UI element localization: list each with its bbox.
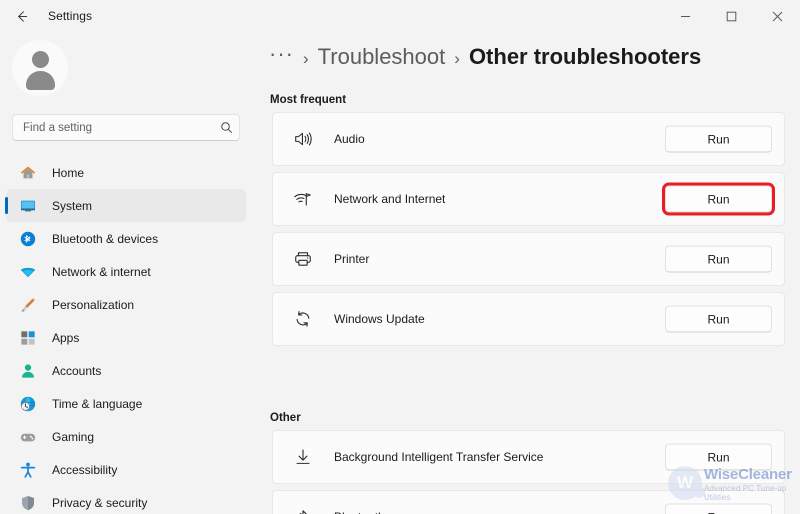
run-button[interactable]: Run — [665, 305, 772, 333]
sidebar-item-label: Bluetooth & devices — [52, 231, 159, 246]
sidebar-item-accessibility[interactable]: Accessibility — [6, 453, 246, 486]
sidebar-item-gaming[interactable]: Gaming — [6, 420, 246, 453]
refresh-icon — [292, 308, 314, 330]
avatar-body — [25, 71, 55, 90]
troubleshooter-card: Bluetooth Run — [272, 490, 785, 514]
sidebar-item-label: Apps — [52, 330, 80, 345]
breadcrumb-separator-icon: › — [454, 49, 460, 68]
sidebar-item-label: System — [52, 198, 93, 213]
troubleshooter-list-other: Background Intelligent Transfer Service R… — [272, 430, 785, 514]
sidebar-item-bluetooth-devices[interactable]: Bluetooth & devices — [6, 222, 246, 255]
sidebar-item-privacy-security[interactable]: Privacy & security — [6, 486, 246, 514]
breadcrumb-parent-link[interactable]: Troubleshoot — [318, 44, 446, 70]
sidebar-item-label: Personalization — [52, 297, 135, 312]
clock-globe-icon — [18, 394, 38, 414]
sidebar-item-apps[interactable]: Apps — [6, 321, 246, 354]
shield-icon — [18, 493, 38, 513]
troubleshooter-card: Audio Run — [272, 112, 785, 166]
avatar[interactable] — [12, 40, 68, 96]
apps-icon — [18, 328, 38, 348]
settings-window: Settings Find a setting Home System Blue… — [0, 0, 800, 514]
download-icon — [292, 446, 314, 468]
troubleshooter-card: Printer Run — [272, 232, 785, 286]
sidebar-nav: Home System Bluetooth & devices Network & i… — [5, 156, 246, 514]
maximize-button[interactable] — [708, 0, 754, 32]
close-icon — [772, 11, 783, 22]
troubleshooter-label: Network and Internet — [334, 192, 446, 206]
troubleshooter-card: Background Intelligent Transfer Service R… — [272, 430, 785, 484]
troubleshooter-label: Audio — [334, 132, 365, 146]
system-icon — [18, 196, 38, 216]
gamepad-icon — [18, 427, 38, 447]
sidebar-item-label: Privacy & security — [52, 495, 148, 510]
run-button[interactable]: Run — [665, 125, 772, 153]
troubleshooter-label: Windows Update — [334, 312, 425, 326]
minimize-icon — [680, 11, 691, 22]
account-icon — [18, 361, 38, 381]
run-button[interactable]: Run — [665, 245, 772, 273]
sidebar-item-label: Network & internet — [52, 264, 151, 279]
speaker-icon — [292, 128, 314, 150]
sidebar-item-home[interactable]: Home — [6, 156, 246, 189]
sidebar-item-time-language[interactable]: Time & language — [6, 387, 246, 420]
avatar-head — [31, 51, 49, 68]
sidebar-item-label: Gaming — [52, 429, 95, 444]
back-button[interactable] — [6, 1, 36, 31]
brush-icon — [18, 295, 38, 315]
user-avatar-image — [12, 40, 68, 96]
title-bar: Settings — [0, 0, 800, 32]
troubleshooter-list-most-frequent: Audio Run Network and Internet Run Printer Ru… — [272, 112, 785, 352]
run-button[interactable]: Run — [665, 185, 772, 213]
troubleshooter-card: Network and Internet Run — [272, 172, 785, 226]
wifi-icon — [18, 262, 38, 282]
section-heading-most-frequent: Most frequent — [270, 94, 347, 106]
sidebar-item-label: Accounts — [52, 363, 102, 378]
run-button[interactable]: Run — [665, 503, 772, 514]
page-title: Other troubleshooters — [468, 44, 702, 69]
breadcrumb-separator-icon: › — [302, 49, 309, 68]
sidebar-item-personalization[interactable]: Personalization — [6, 288, 246, 321]
sidebar-item-label: Accessibility — [52, 462, 118, 477]
sidebar-item-system[interactable]: System — [5, 189, 246, 222]
home-icon — [18, 163, 38, 183]
breadcrumb-overflow-button[interactable]: ··· — [269, 43, 294, 65]
search-icon — [213, 121, 239, 134]
sidebar-item-accounts[interactable]: Accounts — [6, 354, 246, 387]
search-input[interactable] — [13, 121, 213, 134]
window-title: Settings — [48, 9, 93, 23]
breadcrumb: ··· › Troubleshoot › Other troubleshoote… — [269, 43, 702, 70]
run-button[interactable]: Run — [665, 443, 772, 471]
main-content: ··· › Troubleshoot › Other troubleshoote… — [252, 32, 800, 514]
window-controls — [662, 0, 800, 32]
section-heading-other: Other — [270, 412, 301, 424]
close-button[interactable] — [754, 0, 800, 32]
back-arrow-icon — [14, 9, 29, 24]
minimize-button[interactable] — [662, 0, 708, 32]
sidebar-item-label: Home — [52, 165, 85, 180]
troubleshooter-label: Printer — [334, 252, 370, 266]
accessibility-icon — [18, 460, 38, 480]
sidebar-item-label: Time & language — [52, 396, 143, 411]
troubleshooter-label: Bluetooth — [334, 510, 385, 514]
bluetooth-icon — [18, 229, 38, 249]
printer-icon — [292, 248, 314, 270]
troubleshooter-label: Background Intelligent Transfer Service — [334, 450, 544, 464]
troubleshooter-card: Windows Update Run — [272, 292, 785, 346]
network-icon — [292, 188, 314, 210]
maximize-icon — [726, 11, 737, 22]
sidebar: Home System Bluetooth & devices Network & i… — [0, 32, 252, 514]
search-box[interactable] — [12, 114, 240, 141]
bluetooth-mono-icon — [292, 506, 314, 514]
sidebar-item-network-internet[interactable]: Network & internet — [6, 255, 246, 288]
